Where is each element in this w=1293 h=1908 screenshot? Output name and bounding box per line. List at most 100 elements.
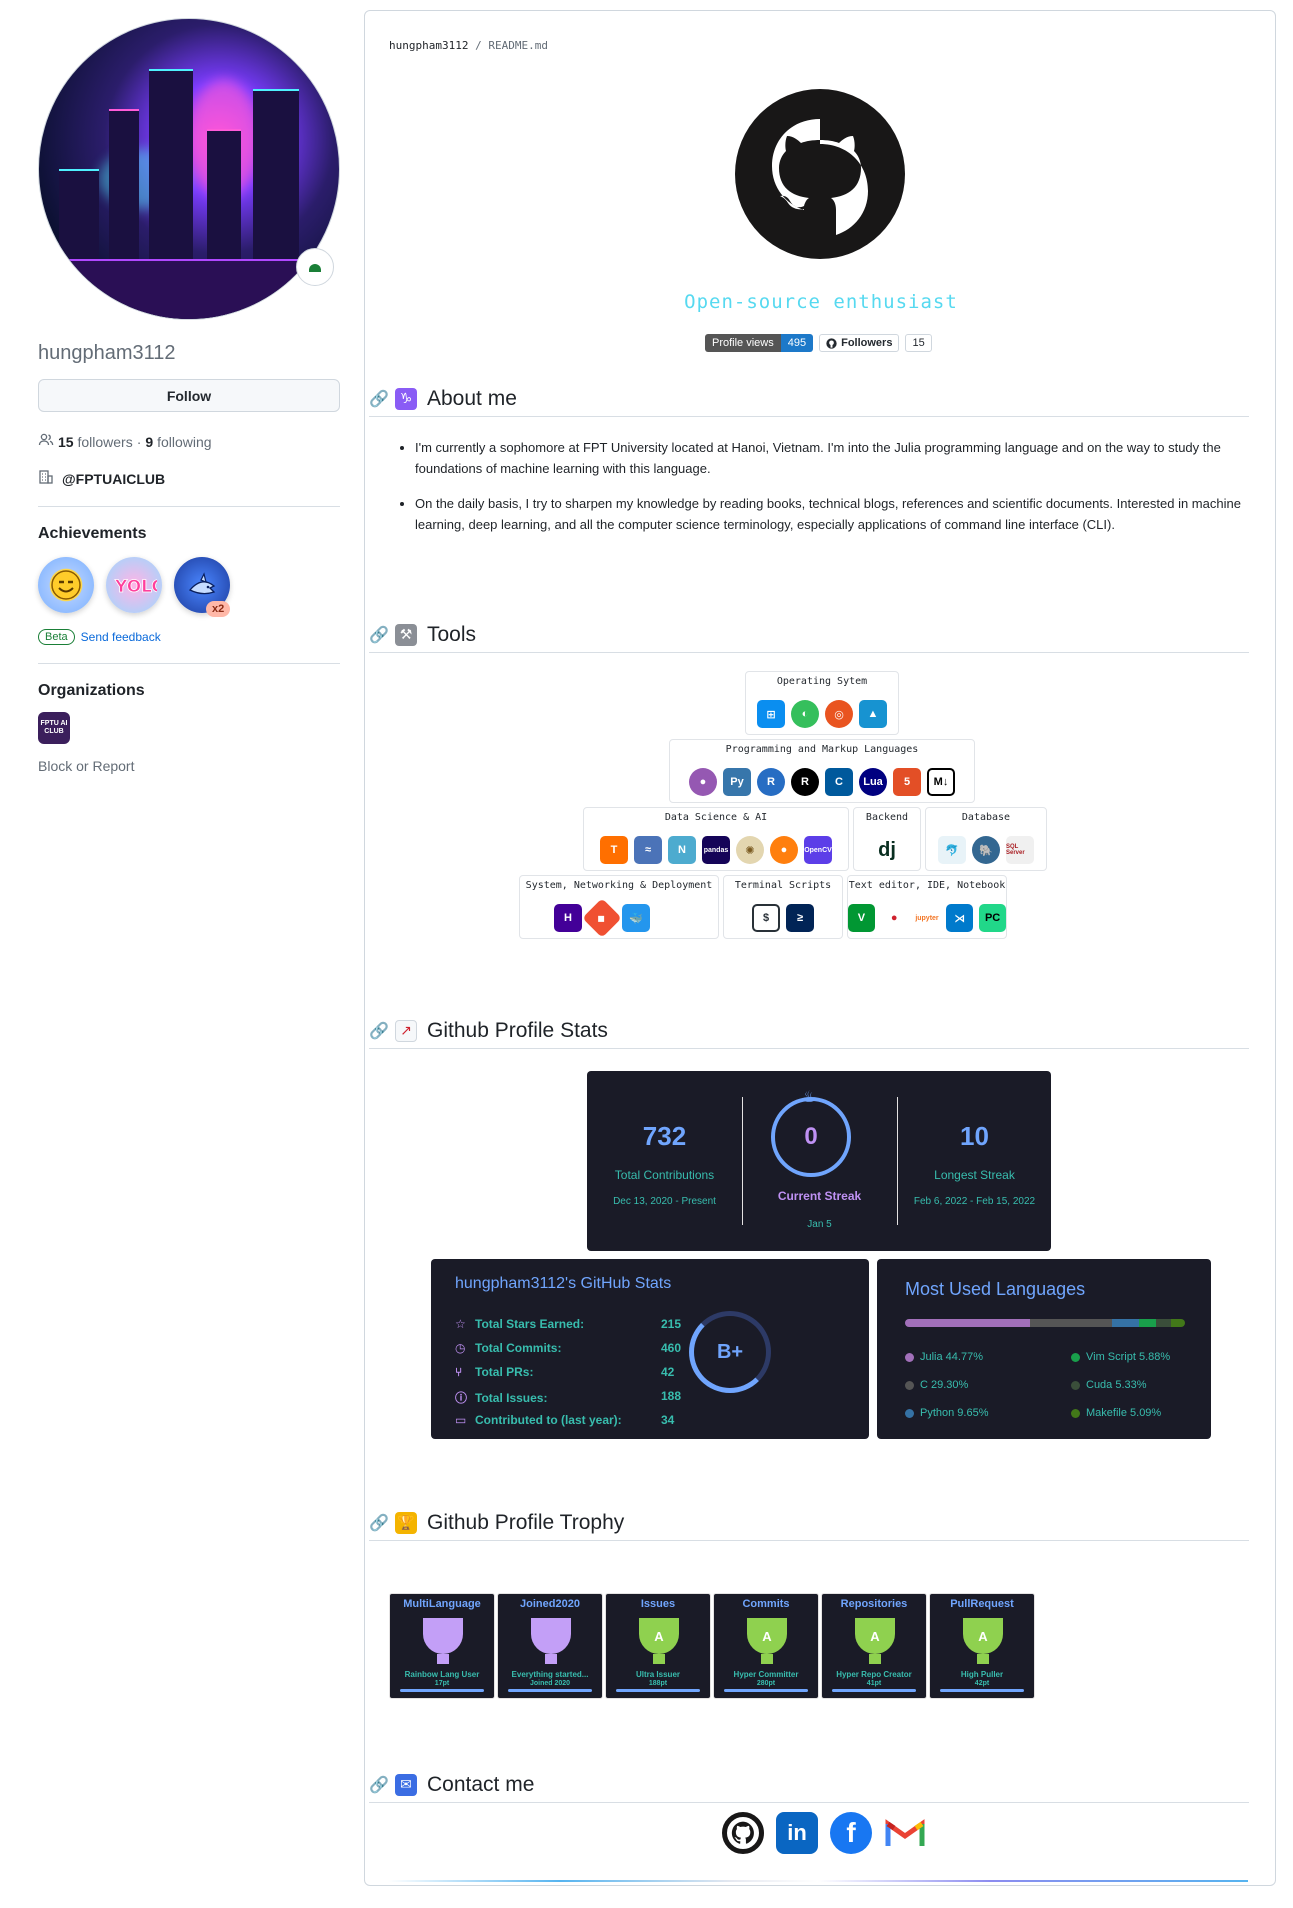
- gmail-icon[interactable]: [884, 1812, 926, 1854]
- postgresql-icon: 🐘: [972, 836, 1000, 864]
- stat-row-stars: ☆ Total Stars Earned:: [455, 1317, 585, 1331]
- section-heading-tools: 🔗 ⚒ Tools: [369, 617, 1249, 653]
- block-or-report-link[interactable]: Block or Report: [38, 758, 340, 774]
- ubuntu-icon: ◎: [825, 700, 853, 728]
- avatar-street: [39, 259, 339, 319]
- stats-card-title: hungpham3112's GitHub Stats: [455, 1275, 672, 1292]
- link-icon[interactable]: 🔗: [369, 389, 389, 409]
- longest-streak-value: 10: [960, 1121, 989, 1151]
- tools-box-title: Programming and Markup Languages: [725, 744, 919, 755]
- organization-line: @FPTUAICLUB: [38, 469, 340, 488]
- linkedin-icon[interactable]: in: [776, 1812, 818, 1854]
- trophy-card-subtitle: High Puller: [960, 1670, 1004, 1679]
- trophy-card-subtitle: Hyper Repo Creator: [836, 1670, 912, 1679]
- facebook-icon[interactable]: f: [830, 1812, 872, 1854]
- profile-views-badge[interactable]: Profile views 495: [705, 334, 814, 352]
- tools-box-title: Text editor, IDE, Notebook: [848, 880, 1006, 891]
- followers-badge[interactable]: Followers: [819, 334, 900, 352]
- trophy-card-subtitle: Hyper Committer: [733, 1670, 799, 1679]
- stat-row-issues: ⓘ Total Issues:: [455, 1390, 548, 1406]
- language-item: Makefile 5.09%: [1071, 1407, 1161, 1419]
- achievement-badge-yolo[interactable]: YOLO: [106, 557, 162, 613]
- trophy-stem: [437, 1654, 449, 1664]
- readme-breadcrumb: hungpham3112 / README.md: [389, 39, 548, 52]
- link-icon[interactable]: 🔗: [369, 1513, 389, 1533]
- language-bar-segment: [905, 1319, 1031, 1327]
- send-feedback-link[interactable]: Send feedback: [81, 630, 161, 644]
- dot-separator: ·: [136, 433, 142, 450]
- trophy-stem: [545, 1654, 557, 1664]
- stat-stars-value: 215: [661, 1317, 682, 1331]
- language-dot: [1071, 1352, 1080, 1362]
- streak-card[interactable]: 732 Total Contributions Dec 13, 2020 - P…: [587, 1071, 1051, 1251]
- language-bar-segment: [1155, 1319, 1171, 1327]
- python-icon: Py: [723, 768, 751, 796]
- follow-button[interactable]: Follow: [38, 379, 340, 412]
- link-icon[interactable]: 🔗: [369, 625, 389, 645]
- pycharm-icon: PC: [979, 904, 1006, 932]
- tools-box-os: Operating Sytem ⊞ ◐ ◎ ▲: [745, 671, 899, 735]
- arch-linux-icon: ▲: [859, 700, 887, 728]
- language-item: Vim Script 5.88%: [1071, 1351, 1170, 1363]
- status-emoji-button[interactable]: [296, 248, 334, 286]
- longest-streak-label: Longest Streak: [934, 1168, 1015, 1182]
- feedback-row: Beta Send feedback: [38, 629, 340, 645]
- pluto-icon: ●: [880, 904, 908, 932]
- contact-icons: in f: [722, 1812, 926, 1854]
- svg-text:YOLO: YOLO: [114, 577, 157, 597]
- tools-box-system: System, Networking & Deployment H ◆ 🐳: [519, 875, 719, 939]
- trophy-cup-icon: [423, 1618, 463, 1654]
- streak-total-range: Dec 13, 2020 - Present: [613, 1196, 716, 1207]
- section-heading-trophy: 🔗 🏆 Github Profile Trophy: [369, 1505, 1249, 1541]
- organization-avatar-fptuaiclub[interactable]: FPTU AI CLUB: [38, 712, 70, 744]
- trophy-progress-bar: [940, 1689, 1024, 1692]
- top-languages-card[interactable]: Most Used Languages Julia 44.77% C 29.30…: [877, 1259, 1211, 1439]
- following-link[interactable]: 9 following: [145, 434, 211, 450]
- github-stats-card[interactable]: hungpham3112's GitHub Stats ☆ Total Stars…: [431, 1259, 869, 1439]
- repo-icon: ▭: [455, 1413, 467, 1427]
- achievement-badge-quickdraw[interactable]: [38, 557, 94, 613]
- current-streak-label: Current Streak: [777, 1189, 862, 1203]
- trophy-card[interactable]: PullRequest A High Puller 42pt: [929, 1593, 1035, 1699]
- stats-grade-ring: B+: [689, 1311, 771, 1393]
- followers-link[interactable]: 15 followers: [58, 434, 133, 450]
- language-item: Cuda 5.33%: [1071, 1379, 1147, 1391]
- divider: [38, 506, 340, 507]
- followers-badge-count: 15: [905, 334, 932, 352]
- trophy-card[interactable]: Commits A Hyper Committer 280pt: [713, 1593, 819, 1699]
- profile-avatar[interactable]: [38, 18, 340, 320]
- trophy-card[interactable]: Repositories A Hyper Repo Creator 41pt: [821, 1593, 927, 1699]
- trophy-cup-icon: A: [639, 1618, 679, 1654]
- tools-title: Tools: [427, 622, 477, 646]
- numpy-icon: N: [668, 836, 696, 864]
- tools-box-title: Data Science & AI: [664, 812, 768, 823]
- powershell-icon: ≥: [786, 904, 814, 932]
- profile-counters: Profile views 495 Followers 15: [705, 334, 932, 352]
- tools-box-data-science: Data Science & AI T ≈ N pandas ✺ ● OpenC…: [583, 807, 849, 871]
- trophy-card[interactable]: MultiLanguage Rainbow Lang User 17pt: [389, 1593, 495, 1699]
- link-icon[interactable]: 🔗: [369, 1775, 389, 1795]
- language-bar-segment: [1112, 1319, 1140, 1327]
- github-octocat-logo: [735, 89, 905, 259]
- kde-neon-icon: ◐: [791, 700, 819, 728]
- language-bar-segment: [1030, 1319, 1113, 1327]
- people-icon: [38, 432, 54, 451]
- streak-current: Current Streak Jan 5: [742, 1071, 897, 1251]
- achievements-title: Achievements: [38, 525, 147, 542]
- longest-streak-range: Feb 6, 2022 - Feb 15, 2022: [913, 1196, 1036, 1207]
- profile-username: hungpham3112: [38, 342, 176, 364]
- jupyter-icon: jupyter: [913, 904, 941, 932]
- trophy-card-title: MultiLanguage: [403, 1598, 481, 1610]
- organization-handle[interactable]: @FPTUAICLUB: [62, 471, 165, 487]
- trophy-stem: [653, 1654, 665, 1664]
- trophy-stem: [869, 1654, 881, 1664]
- current-streak-date: Jan 5: [807, 1219, 832, 1230]
- tools-box-backend: Backend dj: [853, 807, 921, 871]
- breadcrumb-user-link[interactable]: hungpham3112: [389, 39, 468, 52]
- vim-icon: V: [848, 904, 875, 932]
- trophy-card[interactable]: Issues A Ultra Issuer 188pt: [605, 1593, 711, 1699]
- github-contact-icon[interactable]: [722, 1812, 764, 1854]
- trophy-card-subtitle: Everything started...: [511, 1670, 589, 1679]
- link-icon[interactable]: 🔗: [369, 1021, 389, 1041]
- trophy-card[interactable]: Joined2020 Everything started... Joined 20…: [497, 1593, 603, 1699]
